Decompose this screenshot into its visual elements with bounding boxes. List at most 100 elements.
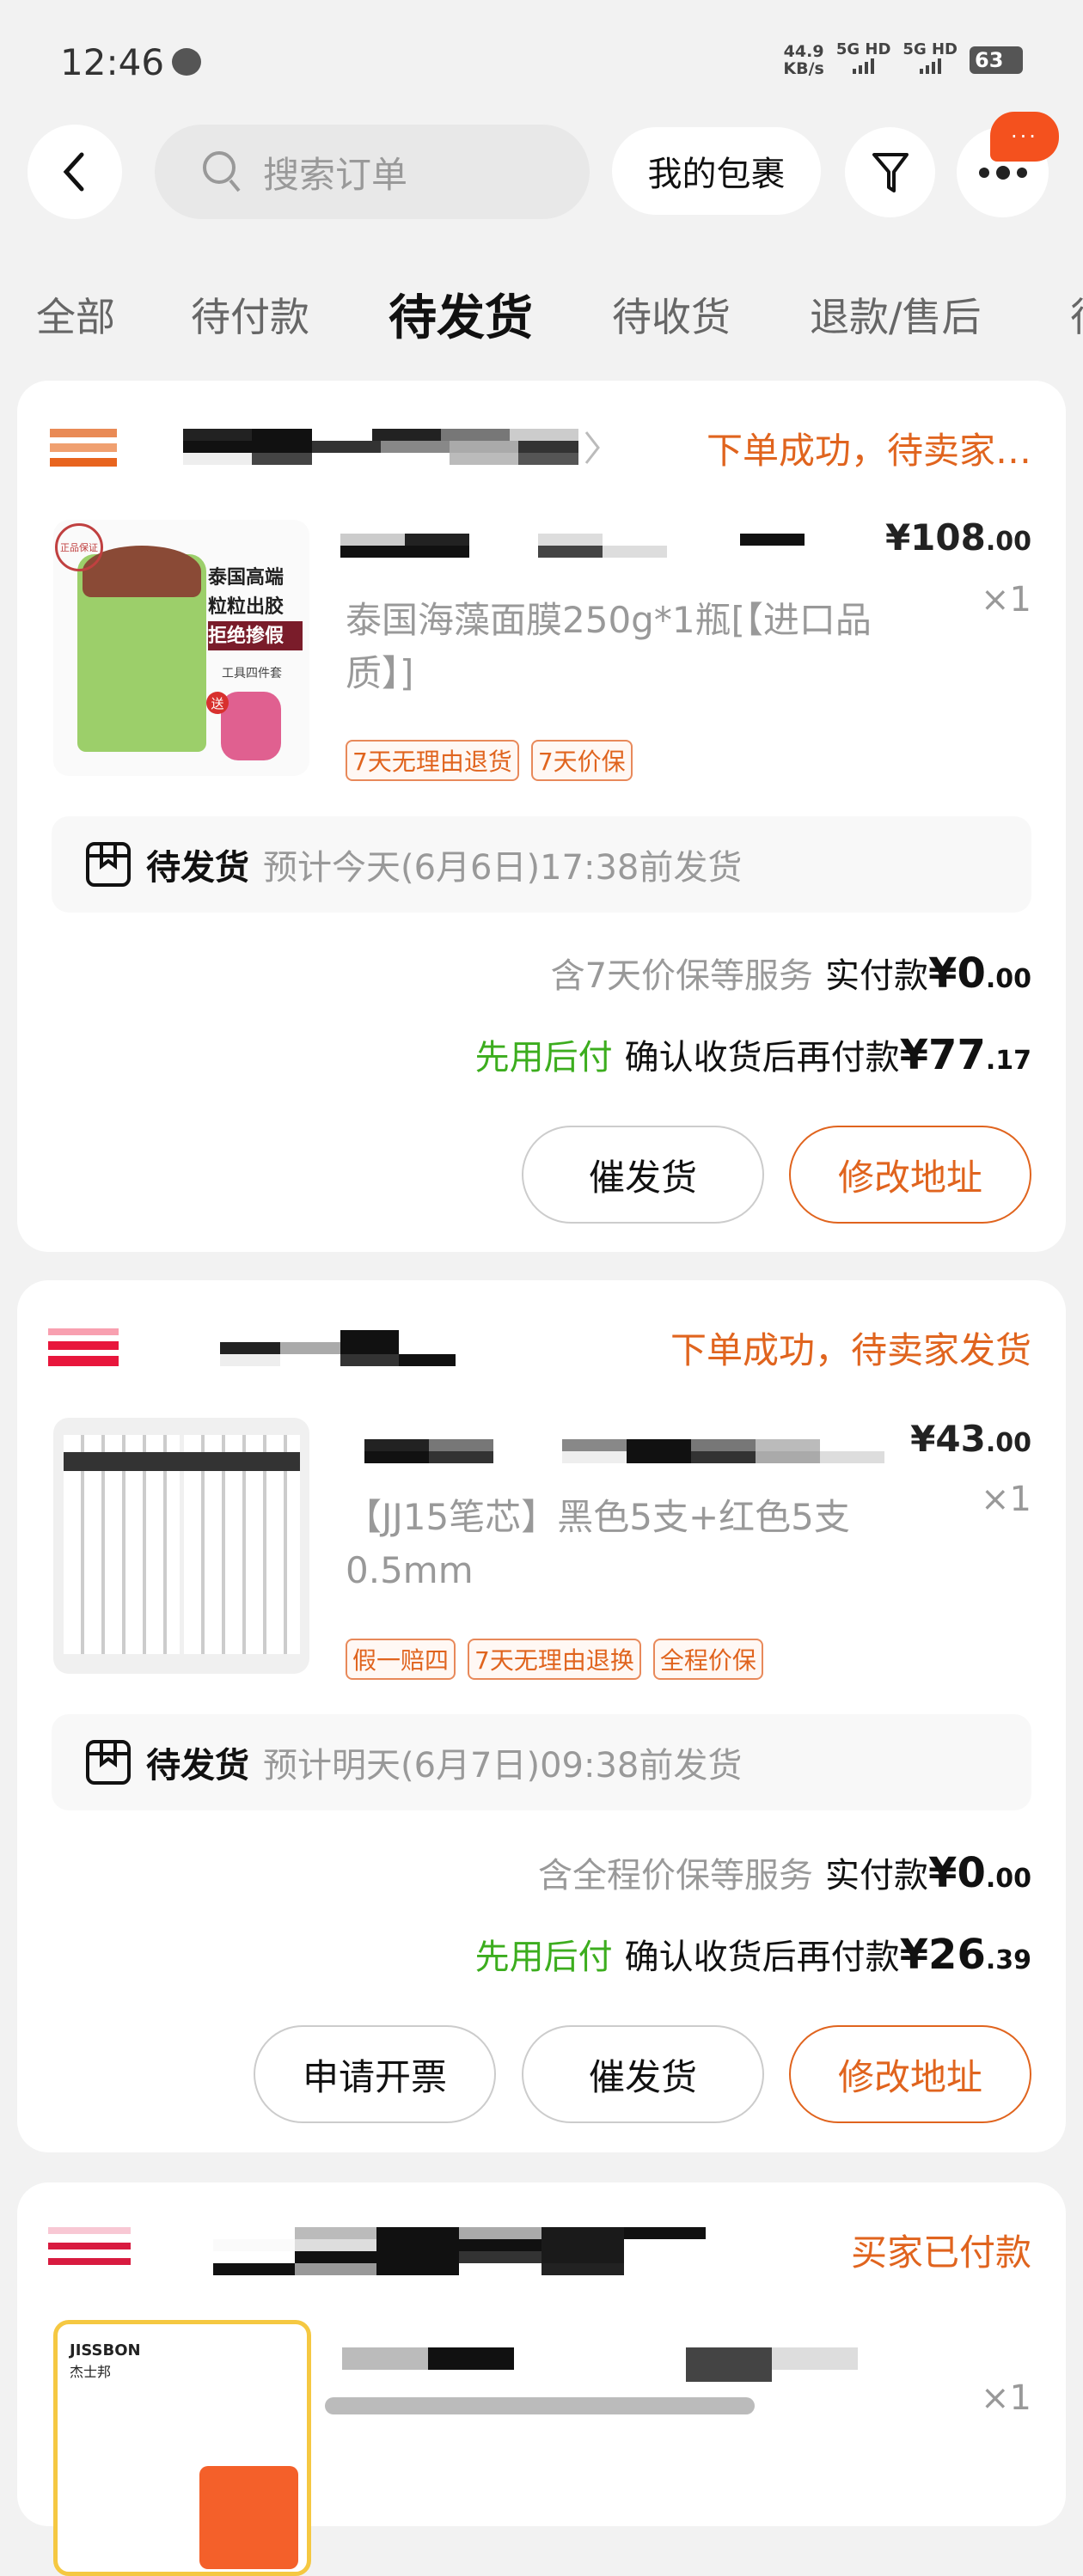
product-image[interactable] bbox=[53, 1418, 309, 1674]
image-brand-text: 杰士邦 bbox=[70, 2364, 112, 2380]
urge-shipment-button[interactable]: 催发货 bbox=[522, 1126, 764, 1224]
shipping-status: 待发货 bbox=[146, 1746, 249, 1785]
image-seal-text: 正品保证 bbox=[55, 523, 103, 571]
service-tag: 7天价保 bbox=[530, 740, 633, 781]
pay-later-amount: ¥77.17 bbox=[899, 1031, 1031, 1079]
shipping-info[interactable]: 待发货 预计明天(6月7日)09:38前发货 bbox=[52, 1714, 1031, 1810]
service-tags: 假一赔四 7天无理由退换 全程价保 bbox=[346, 1639, 775, 1680]
shipping-eta: 预计今天(6月6日)17:38前发货 bbox=[263, 848, 743, 888]
product-image[interactable]: JISSBON 杰士邦 bbox=[53, 2320, 311, 2576]
package-box-icon bbox=[86, 842, 131, 887]
shop-name-redacted[interactable] bbox=[213, 2227, 706, 2275]
pay-later-label: 先用后付 bbox=[474, 1038, 613, 1077]
network-speed: 44.9 KB/s bbox=[783, 43, 823, 77]
product-title-redacted bbox=[364, 1439, 884, 1463]
chevron-left-icon bbox=[63, 152, 84, 192]
paid-label: 实付款 bbox=[825, 1856, 929, 1895]
order-card: 下单成功，待卖家… 泰国高端粒粒出胶拒绝掺假 工具四件套 送 正品保证 泰国海藻… bbox=[17, 381, 1066, 1252]
image-text-line: 粒粒出胶 bbox=[208, 595, 285, 618]
service-tag: 7天无理由退换 bbox=[468, 1639, 641, 1680]
product-quantity: ×1 bbox=[981, 1480, 1031, 1519]
product-title-redacted bbox=[340, 534, 805, 558]
status-time: 12:46 bbox=[60, 41, 165, 83]
my-packages-button[interactable]: 我的包裹 bbox=[612, 127, 821, 215]
service-tag: 7天无理由退货 bbox=[346, 740, 519, 781]
pay-later-amount: ¥26.39 bbox=[899, 1931, 1031, 1979]
service-tag: 全程价保 bbox=[652, 1639, 763, 1680]
back-button[interactable] bbox=[28, 125, 122, 219]
order-card: 下单成功，待卖家发货 【JJ15笔芯】黑色5支+红色5支0.5mm ¥43.00… bbox=[17, 1280, 1066, 2152]
shop-logo bbox=[48, 2227, 131, 2265]
search-icon bbox=[203, 151, 241, 192]
sim1-label: 5G HD bbox=[835, 40, 891, 58]
payment-summary: 含全程价保等服务 实付款 ¥0.00 bbox=[538, 1847, 1031, 1897]
search-input[interactable]: 搜索订单 bbox=[155, 125, 590, 219]
pay-later-summary: 先用后付 确认收货后再付款 ¥77.17 bbox=[475, 1029, 1031, 1079]
product-price: ¥108.00 bbox=[884, 516, 1031, 559]
service-note: 含全程价保等服务 bbox=[538, 1856, 814, 1895]
shop-logo bbox=[48, 1328, 119, 1366]
package-box-icon bbox=[86, 1740, 131, 1785]
product-image-text: 泰国高端粒粒出胶拒绝掺假 bbox=[208, 563, 303, 650]
image-gift-text: 工具四件套 bbox=[222, 667, 282, 681]
tab-refund[interactable]: 退款/售后 bbox=[810, 286, 982, 343]
shop-logo bbox=[50, 429, 117, 467]
shipping-eta: 预计明天(6月7日)09:38前发货 bbox=[263, 1746, 743, 1785]
paid-amount: ¥0.00 bbox=[928, 1849, 1031, 1897]
product-quantity: ×1 bbox=[981, 2378, 1031, 2418]
message-badge[interactable]: ··· bbox=[990, 112, 1059, 162]
after-receipt-label: 确认收货后再付款 bbox=[624, 1038, 900, 1077]
order-card: 买家已付款 JISSBON 杰士邦 ×1 bbox=[17, 2182, 1066, 2576]
pay-later-label: 先用后付 bbox=[474, 1938, 613, 1977]
battery-icon: 63 bbox=[970, 46, 1023, 74]
tab-pending-receipt[interactable]: 待收货 bbox=[612, 286, 731, 343]
shop-name-redacted[interactable] bbox=[220, 1330, 456, 1366]
sim1-signal-icon: 5G HD bbox=[835, 40, 891, 78]
order-tabs: 全部 待付款 待发货 待收货 退款/售后 待 bbox=[0, 279, 1083, 348]
order-status: 下单成功，待卖家发货 bbox=[670, 1329, 1031, 1371]
shipping-status: 待发货 bbox=[146, 848, 249, 888]
change-address-button[interactable]: 修改地址 bbox=[789, 2025, 1031, 2123]
payment-summary: 含7天价保等服务 实付款 ¥0.00 bbox=[551, 948, 1031, 998]
image-gift-badge: 送 bbox=[206, 692, 229, 714]
tab-pending-shipment[interactable]: 待发货 bbox=[389, 279, 533, 349]
request-invoice-button[interactable]: 申请开票 bbox=[254, 2025, 496, 2123]
speed-unit: KB/s bbox=[783, 58, 824, 78]
service-tag: 假一赔四 bbox=[346, 1639, 456, 1680]
product-name[interactable]: 泰国海藻面膜250g*1瓶[【进口品质】] bbox=[346, 594, 939, 700]
filter-button[interactable] bbox=[845, 127, 935, 217]
filter-icon bbox=[872, 152, 909, 192]
sim2-label: 5G HD bbox=[903, 40, 958, 58]
product-name-redacted bbox=[325, 2397, 755, 2414]
shipping-info[interactable]: 待发货 预计今天(6月6日)17:38前发货 bbox=[52, 816, 1031, 913]
tab-pending-payment[interactable]: 待付款 bbox=[191, 286, 309, 343]
order-status: 下单成功，待卖家… bbox=[706, 430, 1031, 472]
product-name[interactable]: 【JJ15笔芯】黑色5支+红色5支0.5mm bbox=[346, 1491, 939, 1597]
order-status: 买家已付款 bbox=[850, 2231, 1031, 2274]
image-brand-text: JISSBON bbox=[70, 2341, 141, 2359]
urge-shipment-button[interactable]: 催发货 bbox=[522, 2025, 764, 2123]
paid-amount: ¥0.00 bbox=[928, 949, 1031, 998]
product-image[interactable]: 泰国高端粒粒出胶拒绝掺假 工具四件套 送 正品保证 bbox=[53, 520, 309, 776]
more-dots-icon bbox=[978, 165, 1027, 180]
image-text-badge: 拒绝掺假 bbox=[208, 621, 303, 650]
speed-value: 44.9 bbox=[783, 41, 824, 61]
service-note: 含7天价保等服务 bbox=[550, 956, 814, 996]
shop-name-redacted[interactable] bbox=[183, 429, 578, 465]
product-quantity: ×1 bbox=[981, 580, 1031, 620]
product-price: ¥43.00 bbox=[910, 1418, 1031, 1460]
search-placeholder: 搜索订单 bbox=[263, 153, 408, 196]
product-title-redacted bbox=[342, 2347, 858, 2382]
change-address-button[interactable]: 修改地址 bbox=[789, 1126, 1031, 1224]
paid-label: 实付款 bbox=[825, 956, 929, 996]
image-text-line: 泰国高端 bbox=[208, 566, 285, 589]
tab-partial[interactable]: 待 bbox=[1070, 286, 1083, 343]
status-icons: 44.9 KB/s 5G HD 5G HD 63 bbox=[783, 41, 1023, 78]
message-notification-icon bbox=[172, 48, 201, 76]
sim2-signal-icon: 5G HD bbox=[903, 41, 958, 78]
chevron-right-icon[interactable] bbox=[583, 429, 602, 467]
pay-later-summary: 先用后付 确认收货后再付款 ¥26.39 bbox=[475, 1929, 1031, 1979]
tab-all[interactable]: 全部 bbox=[36, 286, 115, 343]
after-receipt-label: 确认收货后再付款 bbox=[624, 1938, 900, 1977]
service-tags: 7天无理由退货 7天价保 bbox=[346, 740, 645, 781]
